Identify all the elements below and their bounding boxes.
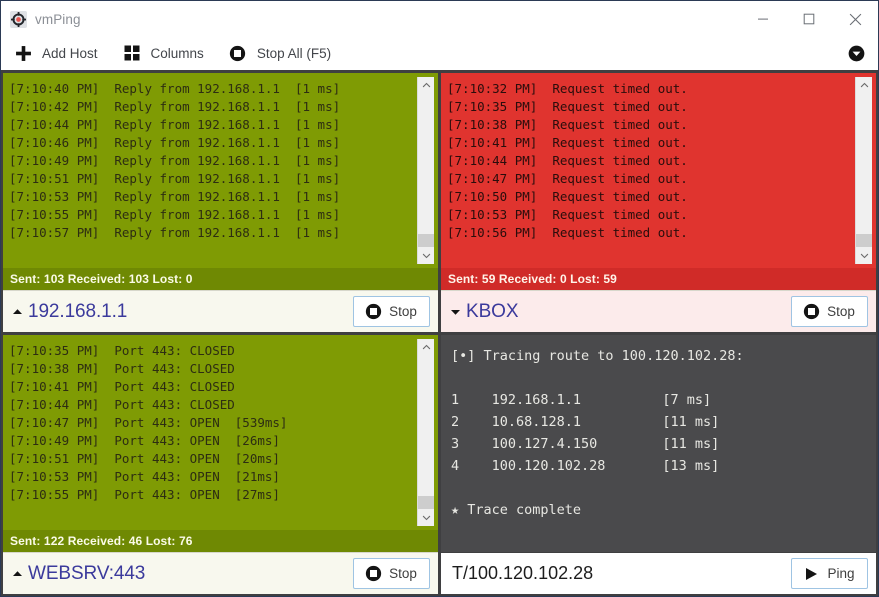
- chevron-down-circle-icon[interactable]: [846, 43, 866, 63]
- scroll-thumb[interactable]: [418, 234, 434, 247]
- scroll-track[interactable]: [418, 356, 434, 509]
- host-name-label[interactable]: 192.168.1.1: [28, 301, 353, 323]
- host-panel-websrv: [7:10:35 PM] Port 443: CLOSED [7:10:38 P…: [3, 335, 438, 594]
- panel-output: [7:10:32 PM] Request timed out. [7:10:35…: [441, 73, 876, 268]
- host-name-label[interactable]: WEBSRV:443: [28, 563, 353, 585]
- stop-button-label: Stop: [389, 304, 417, 319]
- close-icon: [849, 13, 862, 26]
- chevron-down-icon: [860, 251, 869, 260]
- ping-log: [7:10:40 PM] Reply from 192.168.1.1 [1 m…: [3, 73, 417, 268]
- panel-output: [7:10:40 PM] Reply from 192.168.1.1 [1 m…: [3, 73, 438, 268]
- toolbar: Add Host Columns Stop All (F5): [1, 37, 878, 70]
- maximize-button[interactable]: [786, 1, 832, 37]
- caret-up-icon[interactable]: [10, 570, 24, 578]
- scroll-thumb[interactable]: [856, 234, 872, 247]
- caret-down-icon[interactable]: [448, 308, 462, 316]
- columns-label: Columns: [151, 46, 204, 61]
- stop-button-label: Stop: [827, 304, 855, 319]
- host-bar: KBOX Stop: [441, 290, 876, 332]
- scroll-up-arrow[interactable]: [418, 339, 434, 356]
- stop-button[interactable]: Stop: [353, 296, 430, 327]
- scroll-up-arrow[interactable]: [856, 77, 872, 94]
- scroll-down-arrow[interactable]: [418, 509, 434, 526]
- close-button[interactable]: [832, 1, 878, 37]
- ping-log: [7:10:32 PM] Request timed out. [7:10:35…: [441, 73, 855, 268]
- traceroute-log: [•] Tracing route to 100.120.102.28: 1 1…: [441, 335, 876, 552]
- scroll-track[interactable]: [418, 94, 434, 247]
- window-controls: [740, 1, 878, 37]
- host-panel-traceroute: [•] Tracing route to 100.120.102.28: 1 1…: [441, 335, 876, 594]
- chevron-up-icon: [860, 81, 869, 90]
- status-counters: Sent: 59 Received: 0 Lost: 59: [441, 268, 876, 290]
- host-bar: 192.168.1.1 Stop: [3, 290, 438, 332]
- stop-all-label: Stop All (F5): [257, 46, 331, 61]
- chevron-down-icon: [422, 251, 431, 260]
- plus-icon: [13, 43, 33, 63]
- stop-button[interactable]: Stop: [353, 558, 430, 589]
- stop-button[interactable]: Stop: [791, 296, 868, 327]
- chevron-down-icon: [422, 513, 431, 522]
- scroll-track[interactable]: [856, 94, 872, 247]
- panel-output: [7:10:35 PM] Port 443: CLOSED [7:10:38 P…: [3, 335, 438, 530]
- scroll-down-arrow[interactable]: [856, 247, 872, 264]
- caret-up-icon[interactable]: [10, 308, 24, 316]
- scroll-thumb[interactable]: [418, 496, 434, 509]
- minimize-icon: [757, 13, 769, 25]
- chevron-up-icon: [422, 343, 431, 352]
- play-icon: [802, 565, 820, 583]
- status-counters: Sent: 122 Received: 46 Lost: 76: [3, 530, 438, 552]
- chevron-up-icon: [422, 81, 431, 90]
- scrollbar[interactable]: [417, 339, 434, 526]
- ping-button[interactable]: Ping: [791, 558, 868, 589]
- minimize-button[interactable]: [740, 1, 786, 37]
- status-counters: Sent: 103 Received: 103 Lost: 0: [3, 268, 438, 290]
- host-name-label[interactable]: KBOX: [466, 301, 791, 323]
- target-crosshair-icon: [10, 11, 27, 28]
- host-bar: Ping: [441, 552, 876, 594]
- host-panel-kbox: [7:10:32 PM] Request timed out. [7:10:35…: [441, 73, 876, 332]
- add-host-button[interactable]: Add Host: [11, 40, 107, 66]
- panel-output: [•] Tracing route to 100.120.102.28: 1 1…: [441, 335, 876, 552]
- ping-button-label: Ping: [827, 566, 854, 581]
- scroll-up-arrow[interactable]: [418, 77, 434, 94]
- stop-icon: [228, 43, 248, 63]
- scrollbar[interactable]: [855, 77, 872, 264]
- scrollbar[interactable]: [417, 77, 434, 264]
- host-bar: WEBSRV:443 Stop: [3, 552, 438, 594]
- stop-icon: [364, 303, 382, 321]
- stop-icon: [364, 565, 382, 583]
- grid-2x2-icon: [122, 43, 142, 63]
- stop-icon: [802, 303, 820, 321]
- columns-button[interactable]: Columns: [120, 40, 213, 66]
- host-panel-gateway: [7:10:40 PM] Reply from 192.168.1.1 [1 m…: [3, 73, 438, 332]
- maximize-icon: [803, 13, 815, 25]
- scroll-down-arrow[interactable]: [418, 247, 434, 264]
- add-host-label: Add Host: [42, 46, 98, 61]
- host-grid: [7:10:40 PM] Reply from 192.168.1.1 [1 m…: [1, 70, 878, 596]
- window-title: vmPing: [35, 12, 81, 27]
- stop-all-button[interactable]: Stop All (F5): [226, 40, 340, 66]
- stop-button-label: Stop: [389, 566, 417, 581]
- host-input[interactable]: [450, 560, 791, 588]
- vmping-window: vmPing: [0, 0, 879, 597]
- title-bar: vmPing: [1, 1, 878, 37]
- ping-log: [7:10:35 PM] Port 443: CLOSED [7:10:38 P…: [3, 335, 417, 530]
